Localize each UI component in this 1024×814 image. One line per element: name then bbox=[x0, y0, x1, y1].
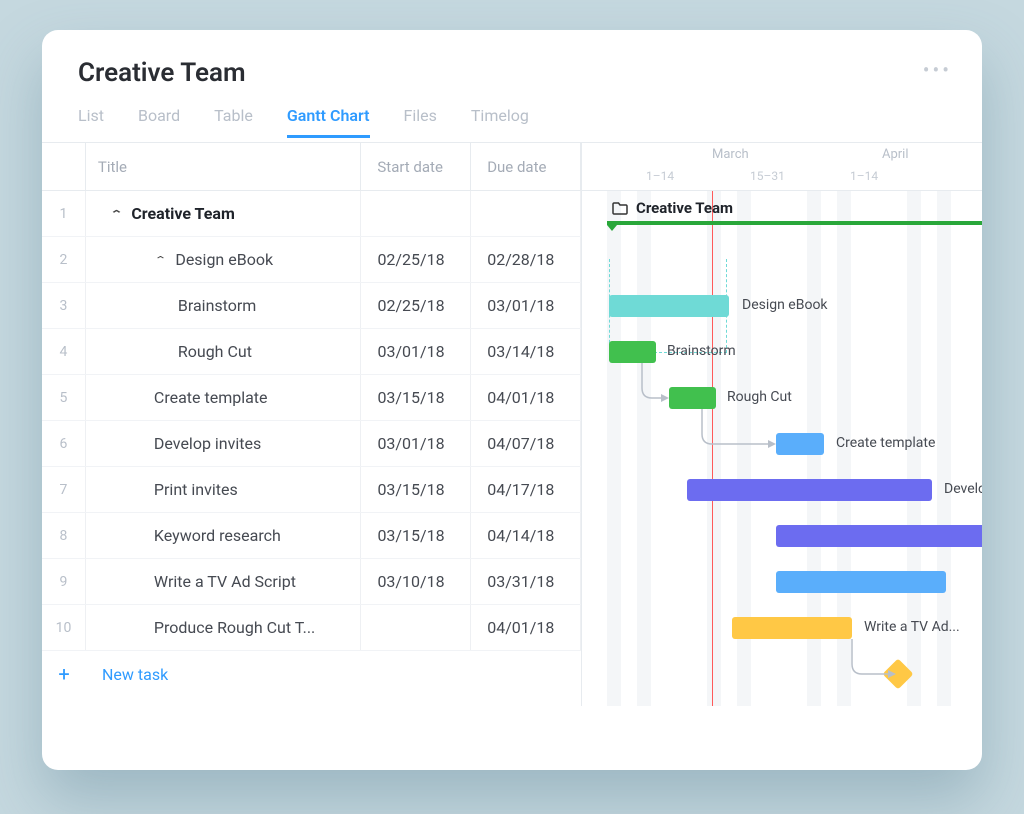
col-number bbox=[42, 143, 86, 190]
row-number: 4 bbox=[42, 329, 86, 374]
table-row[interactable]: 1⌃Creative Team bbox=[42, 191, 581, 237]
table-row[interactable]: 9Write a TV Ad Script03/10/1803/31/18 bbox=[42, 559, 581, 605]
gantt-timeline[interactable]: March1–1415–31April1–14 Creative Team De… bbox=[582, 143, 982, 706]
row-due-date: 03/01/18 bbox=[471, 283, 581, 328]
row-due-date: 04/01/18 bbox=[471, 605, 581, 650]
table-row[interactable]: 6Develop invites03/01/1804/07/18 bbox=[42, 421, 581, 467]
col-title[interactable]: Title bbox=[86, 143, 361, 190]
row-due-date: 03/14/18 bbox=[471, 329, 581, 374]
tab-files[interactable]: Files bbox=[404, 106, 437, 138]
row-start-date bbox=[361, 191, 471, 236]
row-number: 7 bbox=[42, 467, 86, 512]
row-number: 8 bbox=[42, 513, 86, 558]
row-start-date: 02/25/18 bbox=[361, 237, 471, 282]
tab-timelog[interactable]: Timelog bbox=[471, 106, 529, 138]
row-due-date: 04/17/18 bbox=[471, 467, 581, 512]
row-start-date: 02/25/18 bbox=[361, 283, 471, 328]
row-start-date: 03/01/18 bbox=[361, 421, 471, 466]
row-title: ⌃Creative Team bbox=[86, 191, 361, 236]
row-title: Keyword research bbox=[86, 513, 362, 558]
date-range-label: 1–14 bbox=[646, 169, 674, 183]
row-title: Brainstorm bbox=[86, 283, 362, 328]
row-title: Produce Rough Cut T... bbox=[86, 605, 362, 650]
table-row[interactable]: 3Brainstorm02/25/1803/01/18 bbox=[42, 283, 581, 329]
month-label: April bbox=[882, 147, 909, 162]
more-icon[interactable]: ••• bbox=[923, 58, 952, 82]
new-task-label: New task bbox=[86, 665, 168, 684]
tab-gantt-chart[interactable]: Gantt Chart bbox=[287, 106, 370, 138]
row-number: 10 bbox=[42, 605, 86, 650]
table-row[interactable]: 7Print invites03/15/1804/17/18 bbox=[42, 467, 581, 513]
table-row[interactable]: 5Create template03/15/1804/01/18 bbox=[42, 375, 581, 421]
timeline-header: March 1–14 15–31 April 1–14 bbox=[582, 143, 982, 191]
date-range-label: 15–31 bbox=[750, 169, 785, 183]
row-due-date: 02/28/18 bbox=[471, 237, 581, 282]
row-due-date: 04/01/18 bbox=[471, 375, 581, 420]
row-title: Create template bbox=[86, 375, 362, 420]
row-due-date: 03/31/18 bbox=[471, 559, 581, 604]
row-start-date: 03/15/18 bbox=[361, 375, 471, 420]
row-start-date: 03/15/18 bbox=[361, 513, 471, 558]
col-due-date[interactable]: Due date bbox=[471, 143, 581, 190]
app-card: Creative Team ••• List Board Table Gantt Ch… bbox=[42, 30, 982, 770]
row-due-date bbox=[471, 191, 581, 236]
row-due-date: 04/07/18 bbox=[471, 421, 581, 466]
new-task-row[interactable]: + New task bbox=[42, 651, 581, 697]
row-number: 6 bbox=[42, 421, 86, 466]
row-number: 5 bbox=[42, 375, 86, 420]
table-row[interactable]: 2⌃Design eBook02/25/1802/28/18 bbox=[42, 237, 581, 283]
tab-list[interactable]: List bbox=[78, 106, 104, 138]
row-title: Develop invites bbox=[86, 421, 362, 466]
row-title: ⌃Design eBook bbox=[86, 237, 362, 282]
view-tabs: List Board Table Gantt Chart Files Timelog bbox=[78, 106, 946, 138]
chevron-up-icon[interactable]: ⌃ bbox=[110, 208, 123, 219]
table-row[interactable]: 8Keyword research03/15/1804/14/18 bbox=[42, 513, 581, 559]
row-start-date bbox=[361, 605, 471, 650]
row-number: 9 bbox=[42, 559, 86, 604]
row-number: 1 bbox=[42, 191, 86, 236]
row-number: 3 bbox=[42, 283, 86, 328]
date-range-label: 1–14 bbox=[850, 169, 878, 183]
row-title: Write a TV Ad Script bbox=[86, 559, 362, 604]
table-row[interactable]: 4Rough Cut03/01/1803/14/18 bbox=[42, 329, 581, 375]
row-start-date: 03/01/18 bbox=[361, 329, 471, 374]
chevron-up-icon[interactable]: ⌃ bbox=[154, 254, 167, 265]
row-start-date: 03/15/18 bbox=[361, 467, 471, 512]
tab-board[interactable]: Board bbox=[138, 106, 180, 138]
page-title: Creative Team bbox=[78, 58, 946, 88]
month-label: March bbox=[712, 147, 749, 162]
row-title: Print invites bbox=[86, 467, 362, 512]
table-row[interactable]: 10Produce Rough Cut T... 04/01/18 bbox=[42, 605, 581, 651]
row-due-date: 04/14/18 bbox=[471, 513, 581, 558]
row-start-date: 03/10/18 bbox=[361, 559, 471, 604]
dependency-arrow bbox=[582, 191, 982, 715]
row-title: Rough Cut bbox=[86, 329, 362, 374]
tab-table[interactable]: Table bbox=[214, 106, 253, 138]
row-number: 2 bbox=[42, 237, 86, 282]
task-table: Title Start date Due date 1⌃Creative Tea… bbox=[42, 143, 582, 706]
plus-icon: + bbox=[42, 662, 86, 686]
col-start-date[interactable]: Start date bbox=[361, 143, 471, 190]
